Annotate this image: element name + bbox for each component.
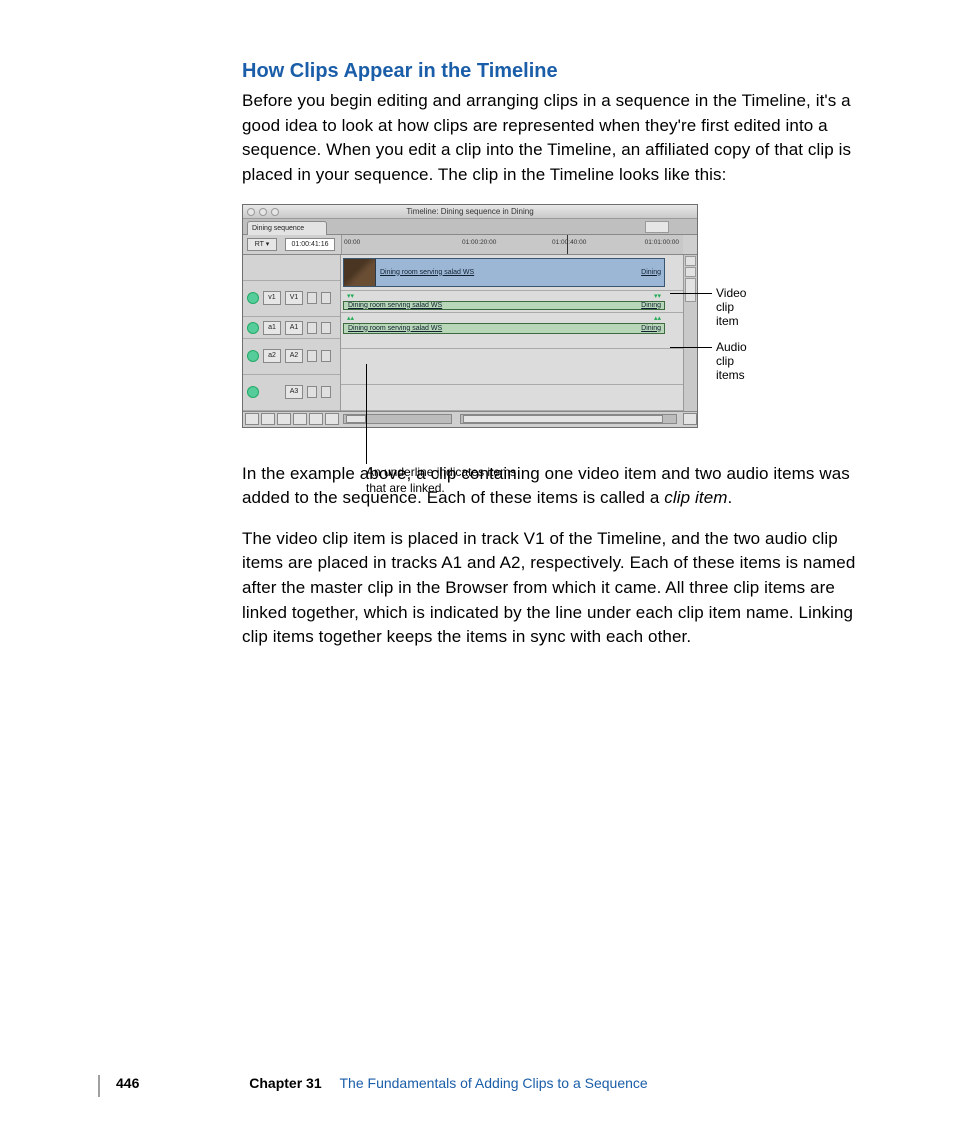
tracks-area: v1 V1 a1 A1 bbox=[243, 255, 697, 411]
lock-icon[interactable] bbox=[307, 350, 317, 362]
scroll-thumb[interactable] bbox=[685, 278, 696, 302]
chapter-label: Chapter 31 bbox=[249, 1075, 321, 1091]
clip-name: Dining room serving salad WS bbox=[348, 325, 442, 332]
auto-select-icon[interactable] bbox=[321, 322, 331, 334]
callout-label: Audio clip items bbox=[716, 340, 747, 382]
rt-popup-button[interactable]: RT ▾ bbox=[247, 238, 277, 251]
audio-clip-item[interactable]: Dining room serving salad WS Dining bbox=[343, 301, 665, 310]
ruler-tick: 01:01:00:00 bbox=[645, 239, 679, 246]
track-lane-a2[interactable]: ▴▴ ▴▴ Dining room serving salad WS Dinin… bbox=[341, 313, 683, 349]
source-patch-a2[interactable]: a2 bbox=[263, 349, 281, 363]
track-lane-a1[interactable]: ▾▾ ▾▾ Dining room serving salad WS Dinin… bbox=[341, 291, 683, 313]
ruler-row: RT ▾ 01:00:41:16 00:00 01:00:20:00 01:00… bbox=[243, 235, 697, 255]
layout-button[interactable] bbox=[645, 221, 669, 233]
intro-paragraph: Before you begin editing and arranging c… bbox=[242, 89, 876, 188]
callout-label: Video clip item bbox=[716, 286, 746, 328]
playhead[interactable] bbox=[567, 235, 568, 254]
paragraph-tracks-explain: The video clip item is placed in track V… bbox=[242, 527, 876, 650]
toggle-button[interactable] bbox=[277, 413, 291, 425]
clip-right-label: Dining bbox=[641, 269, 661, 276]
auto-select-icon[interactable] bbox=[321, 386, 331, 398]
ruler-tick: 01:00:40:00 bbox=[552, 239, 586, 246]
stereo-pair-icon: ▴▴ bbox=[654, 314, 661, 322]
source-patch-a1[interactable]: a1 bbox=[263, 321, 281, 335]
timeline-window: Timeline: Dining sequence in Dining Dini… bbox=[242, 204, 698, 428]
clip-name: Dining room serving salad WS bbox=[348, 302, 442, 309]
time-ruler[interactable]: 00:00 01:00:20:00 01:00:40:00 01:01:00:0… bbox=[341, 235, 683, 254]
window-title: Timeline: Dining sequence in Dining bbox=[406, 207, 533, 216]
page-footer: 446 Chapter 31 The Fundamentals of Addin… bbox=[98, 1075, 858, 1097]
timeline-footer bbox=[243, 411, 697, 427]
zoom-icon[interactable] bbox=[271, 208, 279, 216]
ruler-tick: 00:00 bbox=[344, 239, 360, 246]
clip-name: Dining room serving salad WS bbox=[380, 269, 474, 276]
track-lane-a3[interactable] bbox=[341, 349, 683, 385]
dest-patch-a2[interactable]: A2 bbox=[285, 349, 303, 363]
audible-toggle-icon[interactable] bbox=[247, 322, 259, 334]
clip-right-label: Dining bbox=[641, 325, 661, 332]
current-timecode[interactable]: 01:00:41:16 bbox=[285, 238, 335, 251]
window-titlebar: Timeline: Dining sequence in Dining bbox=[243, 205, 697, 219]
lock-icon[interactable] bbox=[307, 386, 317, 398]
audible-toggle-icon[interactable] bbox=[247, 350, 259, 362]
sequence-tab[interactable]: Dining sequence bbox=[247, 221, 327, 235]
stereo-pair-icon: ▾▾ bbox=[654, 292, 661, 300]
zoom-slider[interactable] bbox=[343, 414, 452, 424]
track-header-a2: a2 A2 bbox=[243, 339, 340, 375]
toggle-button[interactable] bbox=[309, 413, 323, 425]
ruler-tick: 01:00:20:00 bbox=[462, 239, 496, 246]
video-clip-item[interactable]: Dining room serving salad WS Dining bbox=[343, 258, 665, 287]
window-traffic-lights[interactable] bbox=[247, 208, 279, 216]
auto-select-icon[interactable] bbox=[321, 350, 331, 362]
scroll-up-icon[interactable] bbox=[685, 256, 696, 266]
vertical-scrollbar[interactable] bbox=[683, 255, 697, 411]
patch-panel: v1 V1 a1 A1 bbox=[243, 255, 341, 411]
page-number: 446 bbox=[116, 1075, 139, 1091]
lock-icon[interactable] bbox=[307, 292, 317, 304]
dest-patch-a3[interactable]: A3 bbox=[285, 385, 303, 399]
source-patch-v1[interactable]: v1 bbox=[263, 291, 281, 305]
toggle-button[interactable] bbox=[293, 413, 307, 425]
audio-clip-item[interactable]: Dining room serving salad WS Dining bbox=[343, 323, 665, 334]
track-lane-v1[interactable]: Dining room serving salad WS Dining bbox=[341, 255, 683, 291]
visibility-toggle-icon[interactable] bbox=[247, 292, 259, 304]
callout-underline: An underline indicates items that are li… bbox=[366, 464, 536, 496]
sequence-tab-row: Dining sequence bbox=[243, 219, 697, 235]
toggle-button[interactable] bbox=[261, 413, 275, 425]
scroll-down-icon[interactable] bbox=[685, 267, 696, 277]
paragraph-clip-item: In the example above, a clip containing … bbox=[242, 462, 876, 511]
zoom-thumb[interactable] bbox=[346, 415, 366, 423]
close-icon[interactable] bbox=[247, 208, 255, 216]
section-heading: How Clips Appear in the Timeline bbox=[242, 60, 876, 83]
clip-thumbnail bbox=[344, 259, 376, 286]
dest-patch-a1[interactable]: A1 bbox=[285, 321, 303, 335]
scroll-thumb[interactable] bbox=[463, 415, 663, 423]
stereo-pair-icon: ▴▴ bbox=[347, 314, 354, 322]
toggle-button[interactable] bbox=[245, 413, 259, 425]
scroll-right-icon[interactable] bbox=[683, 413, 697, 425]
track-header-a1: a1 A1 bbox=[243, 317, 340, 339]
clip-right-label: Dining bbox=[641, 302, 661, 309]
audible-toggle-icon[interactable] bbox=[247, 386, 259, 398]
horizontal-scrollbar[interactable] bbox=[460, 414, 677, 424]
minimize-icon[interactable] bbox=[259, 208, 267, 216]
track-header-v1: v1 V1 bbox=[243, 281, 340, 317]
stereo-pair-icon: ▾▾ bbox=[347, 292, 354, 300]
auto-select-icon[interactable] bbox=[321, 292, 331, 304]
lock-icon[interactable] bbox=[307, 322, 317, 334]
toggle-button[interactable] bbox=[325, 413, 339, 425]
timeline-figure: Timeline: Dining sequence in Dining Dini… bbox=[242, 204, 876, 428]
dest-patch-v1[interactable]: V1 bbox=[285, 291, 303, 305]
callout-label: An underline indicates items that are li… bbox=[366, 465, 516, 495]
track-lanes: Dining room serving salad WS Dining ▾▾ ▾… bbox=[341, 255, 683, 411]
track-header-a3: A3 bbox=[243, 375, 340, 411]
chapter-title: The Fundamentals of Adding Clips to a Se… bbox=[340, 1075, 648, 1091]
